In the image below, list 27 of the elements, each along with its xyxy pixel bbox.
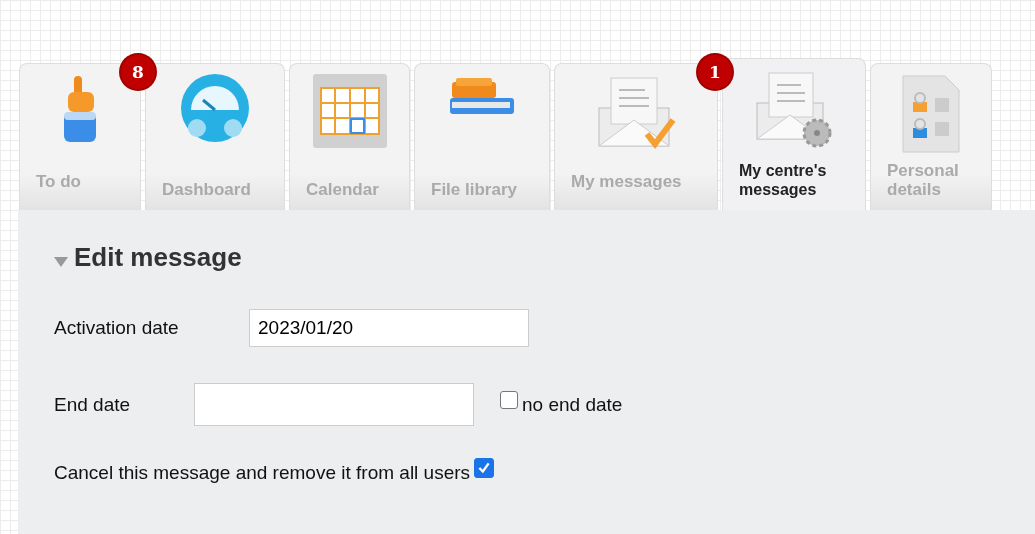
field-label: Activation date bbox=[54, 317, 180, 339]
checkbox-label: no end date bbox=[522, 393, 623, 416]
notification-badge: 8 bbox=[121, 55, 155, 89]
tab[interactable]: Personal details bbox=[870, 63, 992, 210]
tab-label: To do bbox=[35, 172, 82, 192]
checkbox[interactable] bbox=[500, 391, 518, 409]
tab-label: Dashboard bbox=[161, 180, 252, 199]
checkbox-label: Cancel this message and remove it from all users bbox=[54, 462, 471, 484]
user-list-icon bbox=[899, 72, 963, 154]
date-field[interactable] bbox=[194, 383, 474, 426]
calendar-icon bbox=[310, 72, 389, 150]
tab-label: File library bbox=[430, 180, 518, 199]
tab-label: My centre's messages bbox=[738, 161, 828, 199]
notification-badge: 1 bbox=[698, 55, 732, 89]
gauge-icon bbox=[179, 72, 251, 144]
tab[interactable]: My centre's messages bbox=[722, 58, 866, 210]
field-label: End date bbox=[54, 393, 132, 416]
expand-triangle-icon[interactable] bbox=[54, 256, 68, 267]
tab[interactable]: Dashboard bbox=[145, 63, 285, 210]
tab[interactable]: Calendar bbox=[289, 63, 410, 210]
checkbox[interactable] bbox=[474, 458, 495, 478]
tab-label: My messages bbox=[570, 172, 683, 192]
tab[interactable]: File library bbox=[414, 63, 550, 210]
date-field[interactable]: 2023/01/20 bbox=[249, 309, 529, 347]
tab-label: Personal details bbox=[886, 161, 960, 199]
tab-label: Calendar bbox=[305, 180, 380, 199]
section-title: Edit message bbox=[74, 242, 242, 273]
